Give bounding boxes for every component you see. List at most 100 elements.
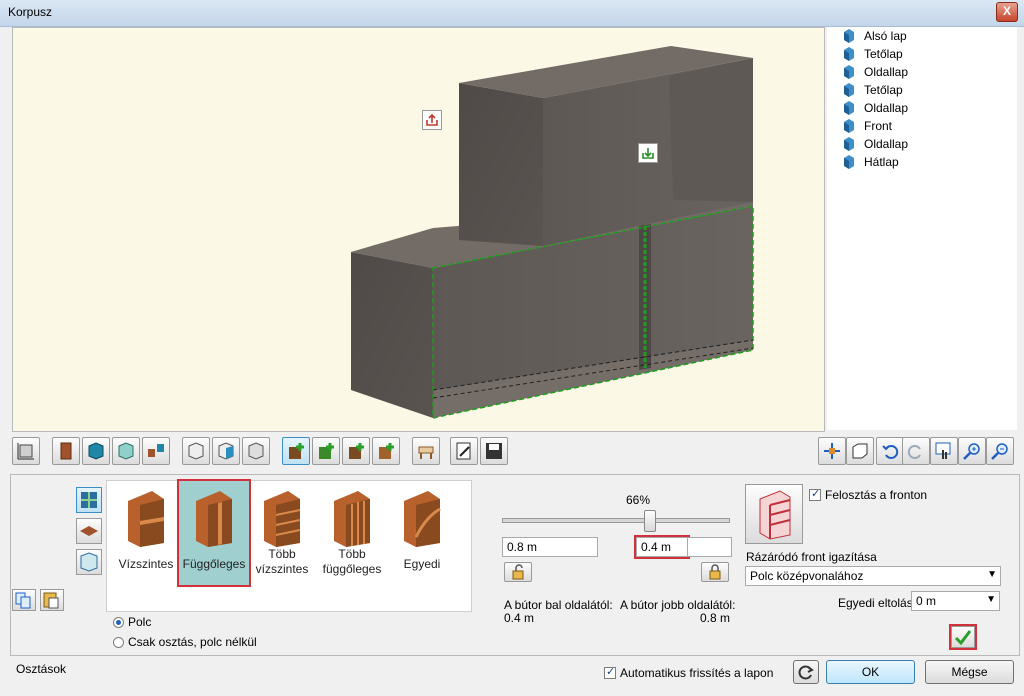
slider-track[interactable] bbox=[502, 518, 730, 523]
multi-vertical-icon bbox=[334, 491, 370, 547]
paste-icon bbox=[43, 592, 59, 609]
add-shelf-button[interactable] bbox=[312, 437, 340, 465]
blue-cube-icon bbox=[88, 442, 104, 460]
box-blue-icon bbox=[218, 442, 234, 460]
paste-button[interactable] bbox=[40, 589, 64, 611]
right-offset-input[interactable] bbox=[634, 535, 690, 559]
radio-shelf[interactable]: Polc bbox=[113, 615, 151, 629]
type-multi-horizontal[interactable]: Több vízszintes bbox=[247, 481, 317, 585]
legs-icon bbox=[418, 446, 434, 459]
save-button[interactable] bbox=[480, 437, 508, 465]
ok-button[interactable]: OK bbox=[826, 660, 915, 684]
blue-cube-button[interactable] bbox=[82, 437, 110, 465]
part-cube-icon bbox=[844, 137, 854, 151]
box-grey-icon bbox=[248, 442, 264, 460]
radio-no-shelf[interactable]: Csak osztás, polc nélkül bbox=[113, 635, 257, 649]
explode-button[interactable] bbox=[142, 437, 170, 465]
part-cube-icon bbox=[844, 83, 854, 97]
apply-button[interactable] bbox=[949, 624, 977, 650]
import-icon[interactable] bbox=[638, 143, 658, 163]
type-multi-vertical[interactable]: Több függőleges bbox=[317, 481, 387, 585]
refresh-button[interactable] bbox=[793, 660, 819, 684]
shelf-mode-button[interactable] bbox=[76, 518, 102, 544]
add-drawer-button[interactable] bbox=[342, 437, 370, 465]
left-offset-input[interactable] bbox=[502, 537, 598, 557]
glass-mode-button[interactable] bbox=[76, 549, 102, 575]
redo-icon bbox=[907, 445, 921, 459]
front-align-dropdown[interactable]: Polc középvonalához ▼ bbox=[745, 566, 1001, 586]
division-icon bbox=[81, 492, 97, 508]
checkbox-checked[interactable] bbox=[604, 665, 616, 679]
part-cube-icon bbox=[844, 155, 854, 169]
undo-button[interactable] bbox=[876, 437, 904, 465]
3d-viewport[interactable] bbox=[12, 27, 825, 432]
select-button[interactable] bbox=[930, 437, 958, 465]
hand-select-icon bbox=[935, 442, 951, 459]
parts-tree[interactable]: Alsó lap Tetőlap Oldallap Tetőlap Oldall… bbox=[827, 27, 1017, 430]
refresh-icon bbox=[798, 665, 814, 680]
division-mode-button[interactable] bbox=[76, 487, 102, 513]
dimensions-button[interactable] bbox=[12, 437, 40, 465]
custom-offset-label: Egyedi eltolás bbox=[838, 596, 913, 610]
part-cube-icon bbox=[844, 119, 854, 133]
cancel-button[interactable]: Mégse bbox=[925, 660, 1014, 684]
wire-box-button[interactable] bbox=[182, 437, 210, 465]
add-shelf-icon bbox=[319, 443, 334, 459]
lower-left-panel bbox=[351, 252, 433, 418]
custom-offset-dropdown[interactable]: 0 m ▼ bbox=[911, 591, 1000, 611]
upper-left-panel bbox=[459, 83, 543, 246]
zoom-in-button[interactable] bbox=[958, 437, 986, 465]
chevron-down-icon: ▼ bbox=[986, 594, 996, 605]
add-door-button[interactable] bbox=[372, 437, 400, 465]
add-drawer-icon bbox=[349, 443, 364, 459]
unlock-left-button[interactable] bbox=[504, 562, 532, 582]
legs-button[interactable] bbox=[412, 437, 440, 465]
slider-thumb[interactable] bbox=[644, 510, 656, 532]
move-button[interactable] bbox=[818, 437, 846, 465]
redo-button[interactable] bbox=[902, 437, 930, 465]
glass-icon bbox=[80, 552, 98, 572]
edit-button[interactable] bbox=[450, 437, 478, 465]
checkbox-checked[interactable] bbox=[809, 487, 821, 501]
box-blue-button[interactable] bbox=[212, 437, 240, 465]
type-vertical[interactable]: Függőleges bbox=[177, 479, 251, 587]
split-on-front-checkbox[interactable]: Felosztás a fronton bbox=[809, 487, 927, 502]
export-icon[interactable] bbox=[422, 110, 442, 130]
lock-right-button[interactable] bbox=[701, 562, 729, 582]
wire-box-icon bbox=[188, 442, 204, 460]
panel-button[interactable] bbox=[52, 437, 80, 465]
add-division-icon bbox=[289, 443, 304, 459]
radio-dot[interactable] bbox=[113, 637, 124, 648]
copy-button[interactable] bbox=[12, 589, 36, 611]
left-caption-value: 0.4 m bbox=[504, 611, 535, 625]
custom-division-icon bbox=[404, 491, 441, 547]
front-split-icon bbox=[759, 490, 791, 540]
cube-frame-button[interactable] bbox=[112, 437, 140, 465]
zoom-in-icon bbox=[963, 443, 980, 460]
floppy-icon bbox=[486, 443, 502, 459]
right-caption-value: 0.8 m bbox=[700, 611, 731, 625]
add-door-icon bbox=[379, 443, 394, 459]
chevron-down-icon: ▼ bbox=[987, 569, 997, 580]
part-cube-icon bbox=[844, 65, 854, 79]
window-title: Korpusz bbox=[8, 5, 53, 19]
type-horizontal[interactable]: Vízszintes bbox=[111, 481, 181, 585]
right-caption: A bútor jobb oldalától: bbox=[620, 598, 736, 612]
vertical-division-icon bbox=[196, 491, 232, 547]
division-type-list[interactable]: Vízszintes Függőleges Több vízszintes Tö… bbox=[106, 479, 472, 612]
copy-icon bbox=[15, 592, 31, 609]
front-preview-button[interactable] bbox=[745, 484, 803, 544]
radio-dot-selected[interactable] bbox=[113, 617, 124, 628]
add-division-button[interactable] bbox=[282, 437, 310, 465]
right-offset-input-tail[interactable] bbox=[688, 537, 732, 557]
part-cube-icon bbox=[844, 101, 854, 115]
close-button[interactable]: X bbox=[996, 2, 1018, 22]
zoom-out-icon bbox=[991, 443, 1008, 460]
box-view-button[interactable] bbox=[846, 437, 874, 465]
box-grey-button[interactable] bbox=[242, 437, 270, 465]
zoom-out-button[interactable] bbox=[986, 437, 1014, 465]
auto-refresh-checkbox[interactable]: Automatikus frissítés a lapon bbox=[604, 665, 773, 680]
section-label: Osztások bbox=[16, 662, 67, 676]
checkmark-icon bbox=[954, 630, 972, 646]
type-custom[interactable]: Egyedi bbox=[387, 481, 457, 585]
